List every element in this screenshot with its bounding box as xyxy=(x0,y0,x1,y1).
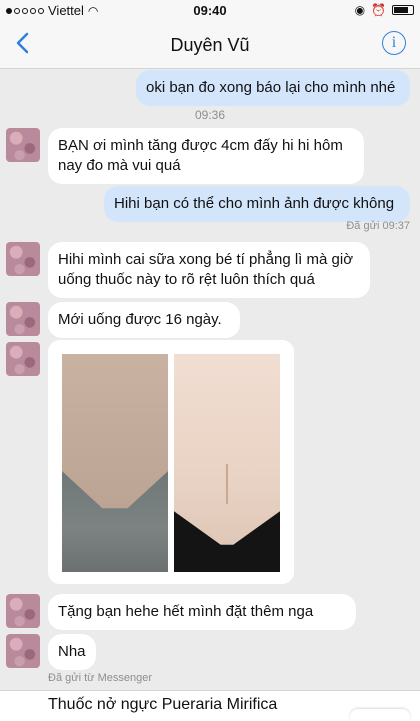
contact-avatar[interactable] xyxy=(6,634,40,668)
delivered-status: Đã gửi từ Messenger xyxy=(48,672,152,684)
message-bubble-incoming[interactable]: Tặng bạn hehe hết mình đặt thêm nga xyxy=(48,594,356,630)
photo-after[interactable] xyxy=(174,354,280,572)
rotation-lock-icon: ◉ xyxy=(354,3,366,17)
conversation-title[interactable]: Duyên Vũ xyxy=(0,35,420,56)
footer-tab[interactable] xyxy=(350,709,410,721)
message-bubble-outgoing[interactable]: Hihi bạn có thể cho mình ảnh được không xyxy=(104,186,410,222)
battery-icon xyxy=(392,5,414,15)
photo-message[interactable] xyxy=(48,340,294,584)
message-bubble-incoming[interactable]: Mới uống được 16 ngày. xyxy=(48,302,240,338)
message-bubble-incoming[interactable]: Hihi mình cai sữa xong bé tí phẳng lì mà… xyxy=(48,242,370,298)
photo-before[interactable] xyxy=(62,354,168,572)
contact-avatar[interactable] xyxy=(6,128,40,162)
message-bubble-outgoing[interactable]: oki bạn đo xong báo lại cho mình nhé xyxy=(136,70,410,106)
message-bubble-incoming[interactable]: Nha xyxy=(48,634,96,670)
contact-avatar[interactable] xyxy=(6,594,40,628)
contact-avatar[interactable] xyxy=(6,242,40,276)
status-bar: Viettel ◠ 09:40 ◉ ⏰ xyxy=(0,0,420,22)
caption-text: Thuốc nở ngực Pueraria Mirifica xyxy=(48,696,278,713)
contact-avatar[interactable] xyxy=(6,302,40,336)
navigation-bar: Duyên Vũ i xyxy=(0,22,420,69)
contact-avatar[interactable] xyxy=(6,342,40,376)
delivered-status: Đã gửi 09:37 xyxy=(346,220,410,232)
message-bubble-incoming[interactable]: BẠN ơi mình tăng được 4cm đấy hi hi hôm … xyxy=(48,128,364,184)
caption-footer: Thuốc nở ngực Pueraria Mirifica xyxy=(0,690,420,721)
info-icon[interactable]: i xyxy=(382,31,406,55)
timestamp-separator: 09:36 xyxy=(194,108,226,122)
status-right: ◉ ⏰ xyxy=(355,3,414,17)
alarm-icon: ⏰ xyxy=(371,3,386,17)
